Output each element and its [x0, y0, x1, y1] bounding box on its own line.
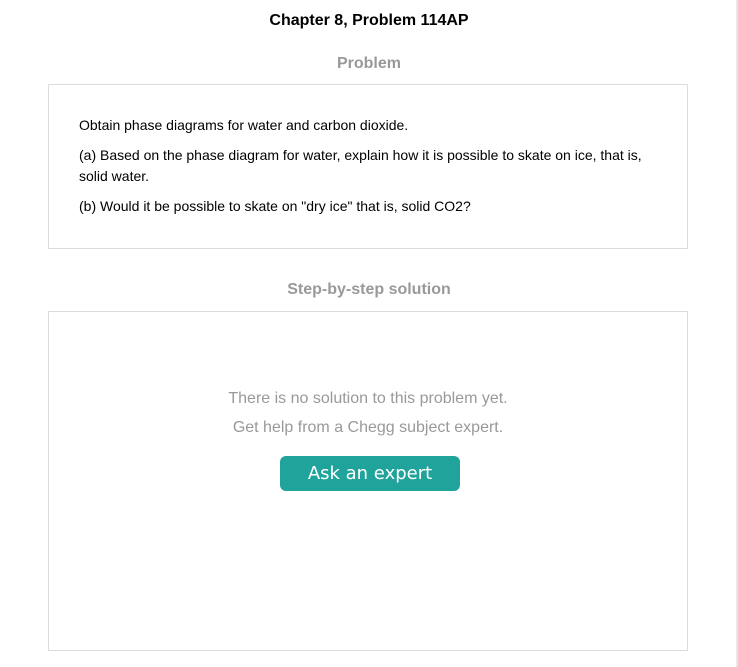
no-solution-message: There is no solution to this problem yet… [228, 390, 508, 407]
ask-an-expert-button[interactable]: Ask an expert [280, 456, 460, 491]
page: Chapter 8, Problem 114AP Problem Obtain … [0, 0, 738, 667]
problem-text-line: (a) Based on the phase diagram for water… [79, 147, 642, 184]
expert-help-message: Get help from a Chegg subject expert. [232, 419, 504, 436]
solution-panel: There is no solution to this problem yet… [48, 311, 688, 651]
problem-text-line: (b) Would it be possible to skate on "dr… [79, 198, 471, 214]
problem-heading: Problem [336, 55, 401, 72]
solution-heading: Step-by-step solution [287, 281, 451, 298]
problem-text-line: Obtain phase diagrams for water and carb… [79, 117, 409, 133]
page-title: Chapter 8, Problem 114AP [269, 12, 469, 29]
problem-panel: Obtain phase diagrams for water and carb… [48, 84, 688, 249]
